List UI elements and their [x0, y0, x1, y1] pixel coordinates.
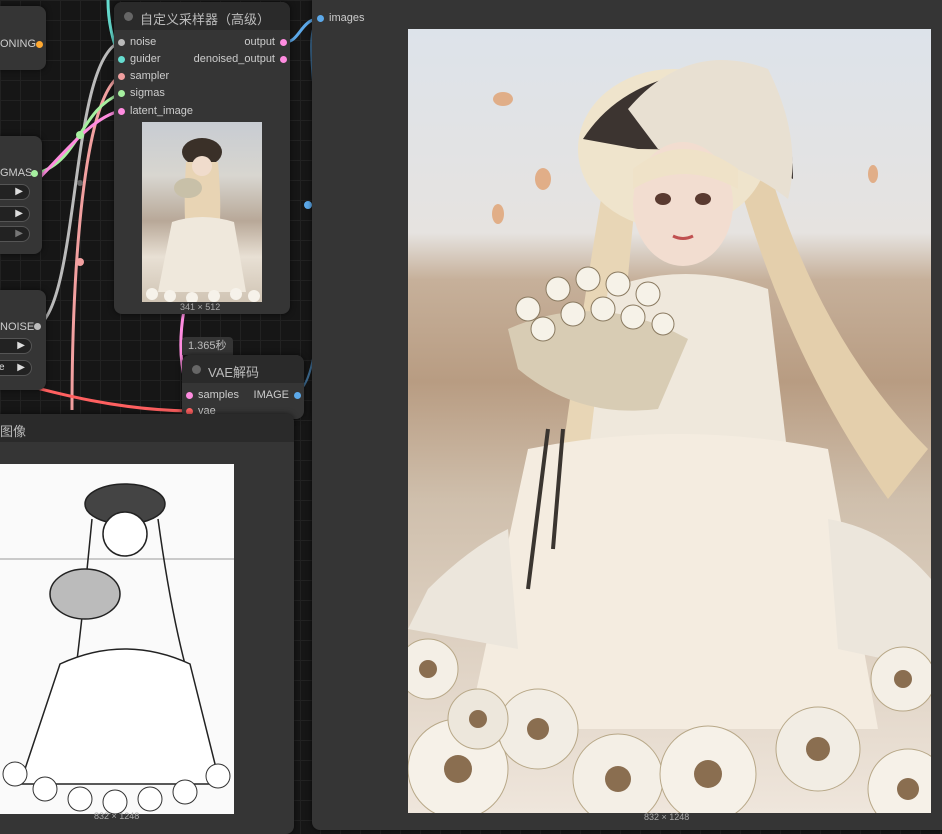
collapse-dot-icon[interactable] — [192, 365, 201, 374]
execution-time-badge: 1.365秒 — [182, 337, 233, 355]
sigmas-output-label: GMAS — [0, 167, 33, 179]
custom-sampler-advanced-node[interactable]: 自定义采样器（高级） noise guider sampler sigmas l… — [114, 2, 290, 314]
output-label: output — [244, 36, 275, 48]
latent-input-socket[interactable] — [118, 108, 125, 115]
image-output-label: IMAGE — [253, 389, 289, 401]
collapse-dot-icon[interactable] — [124, 12, 133, 21]
load-image-node[interactable]: 图像 832 × 1248 — [0, 414, 294, 834]
lineart-drawing — [0, 483, 234, 814]
samples-input-socket[interactable] — [186, 392, 193, 399]
conditioning-output-socket[interactable] — [36, 41, 43, 48]
input-images-label: images — [329, 12, 365, 24]
image-output-socket[interactable] — [294, 392, 301, 399]
image-size-caption: 832 × 1248 — [644, 812, 690, 822]
sigmas-widget-2[interactable]: ▶ — [0, 206, 30, 222]
node-header[interactable]: 图像 — [0, 414, 294, 442]
increment-arrow-icon[interactable]: ▶ — [15, 186, 23, 197]
lineart-image — [0, 464, 234, 814]
sigmas-output-socket[interactable] — [31, 170, 38, 177]
girl-figure — [146, 138, 260, 302]
denoised-output-label: denoised_output — [193, 53, 275, 65]
input-noise-label: noise — [130, 36, 157, 48]
conditioning-node[interactable]: ONING — [0, 6, 46, 70]
girl-with-bouquet — [408, 60, 931, 813]
vae-decode-node[interactable]: VAE解码 samples vae IMAGE — [182, 355, 304, 419]
sampler-input-socket[interactable] — [118, 73, 125, 80]
sigmas-node[interactable]: GMAS ▶ ▶ ▶ — [0, 136, 42, 254]
noise-widget-2[interactable]: e ▶ — [0, 360, 32, 376]
noise-output-label: NOISE — [0, 321, 35, 333]
input-samples-label: samples — [198, 389, 239, 401]
execution-time: 1.365秒 — [188, 340, 227, 352]
increment-arrow-icon[interactable]: ▶ — [15, 208, 23, 219]
input-sigmas-label: sigmas — [130, 87, 165, 99]
generated-image — [408, 29, 931, 813]
conditioning-output-label: ONING — [0, 38, 37, 50]
noise-node[interactable]: NOISE ▶ e ▶ — [0, 290, 46, 390]
node-title: 自定义采样器（高级） — [140, 12, 271, 27]
images-input-socket[interactable] — [317, 15, 324, 22]
noise-input-socket[interactable] — [118, 39, 125, 46]
noise-widget-1[interactable]: ▶ — [0, 338, 32, 354]
node-title: VAE解码 — [208, 365, 260, 380]
sigmas-widget-3[interactable]: ▶ — [0, 226, 30, 242]
input-sampler-label: sampler — [130, 70, 170, 82]
increment-arrow-icon[interactable]: ▶ — [17, 340, 25, 351]
input-latent-label: latent_image — [130, 105, 193, 117]
guider-input-socket[interactable] — [118, 56, 125, 63]
noise-output-socket[interactable] — [34, 323, 41, 330]
increment-arrow-icon[interactable]: ▶ — [15, 228, 23, 239]
sigmas-input-socket[interactable] — [118, 90, 125, 97]
node-header[interactable]: VAE解码 — [182, 355, 304, 383]
preview-size-caption: 341 × 512 — [180, 302, 221, 312]
preview-image-node[interactable]: images 832 × 1248 — [312, 0, 942, 830]
output-socket[interactable] — [280, 39, 287, 46]
node-title: 图像 — [0, 424, 27, 439]
node-header[interactable]: 自定义采样器（高级） — [114, 2, 290, 30]
increment-arrow-icon[interactable]: ▶ — [17, 362, 25, 373]
input-guider-label: guider — [130, 53, 161, 65]
latent-preview-image — [142, 122, 262, 302]
noise-widget-value: e — [0, 362, 5, 373]
denoised-output-socket[interactable] — [280, 56, 287, 63]
sigmas-widget-1[interactable]: ▶ — [0, 184, 30, 200]
